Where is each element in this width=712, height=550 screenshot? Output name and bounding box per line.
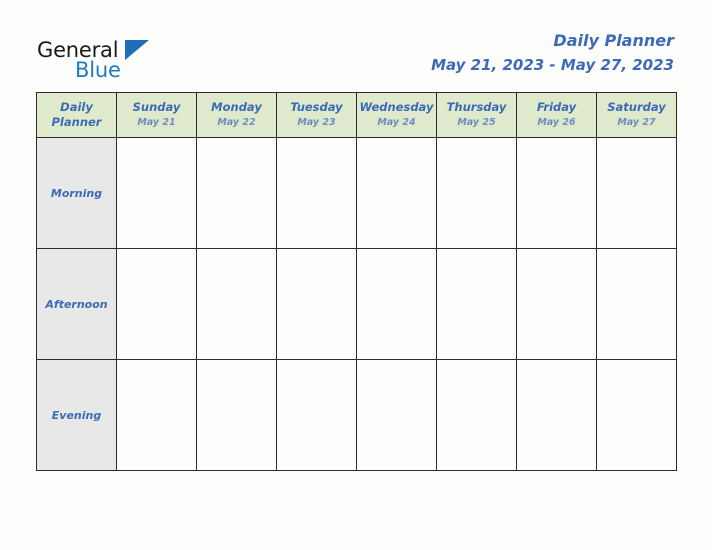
day-name: Friday <box>536 100 577 114</box>
day-header-monday: Monday May 22 <box>196 92 277 138</box>
table-header-row: Daily Planner Sunday May 21 Monday May 2… <box>36 92 677 138</box>
day-date: May 26 <box>537 117 576 128</box>
period-label-text: Morning <box>50 186 103 200</box>
day-date: May 25 <box>457 117 496 128</box>
slot-afternoon-tuesday[interactable] <box>276 248 357 360</box>
day-name: Saturday <box>607 100 666 114</box>
slot-afternoon-sunday[interactable] <box>116 248 197 360</box>
corner-cell-daily-planner: Daily Planner <box>36 92 117 138</box>
day-name: Sunday <box>132 100 181 114</box>
page-header: General Blue Daily Planner May 21, 2023 … <box>0 0 712 92</box>
day-header-friday: Friday May 26 <box>516 92 597 138</box>
corner-label-line2: Planner <box>51 115 102 129</box>
slot-evening-tuesday[interactable] <box>276 359 357 471</box>
table-row-afternoon: Afternoon <box>36 248 677 360</box>
slot-afternoon-saturday[interactable] <box>596 248 677 360</box>
slot-morning-tuesday[interactable] <box>276 137 357 249</box>
date-range: May 21, 2023 - May 27, 2023 <box>431 56 674 74</box>
slot-evening-friday[interactable] <box>516 359 597 471</box>
slot-evening-saturday[interactable] <box>596 359 677 471</box>
day-header-thursday: Thursday May 25 <box>436 92 517 138</box>
page-title: Daily Planner <box>553 31 674 50</box>
slot-evening-monday[interactable] <box>196 359 277 471</box>
planner-page: General Blue Daily Planner May 21, 2023 … <box>0 0 712 550</box>
period-label-text: Afternoon <box>45 297 108 311</box>
slot-evening-sunday[interactable] <box>116 359 197 471</box>
day-name: Monday <box>211 100 262 114</box>
period-label-morning: Morning <box>36 137 117 249</box>
period-label-text: Evening <box>51 408 102 422</box>
day-date: May 23 <box>297 117 336 128</box>
logo-triangle-icon <box>125 40 149 60</box>
slot-afternoon-friday[interactable] <box>516 248 597 360</box>
title-block: Daily Planner May 21, 2023 - May 27, 202… <box>431 30 674 76</box>
day-header-saturday: Saturday May 27 <box>596 92 677 138</box>
period-label-evening: Evening <box>36 359 117 471</box>
logo-text-blue: Blue <box>75 58 121 82</box>
slot-afternoon-thursday[interactable] <box>436 248 517 360</box>
period-label-afternoon: Afternoon <box>36 248 117 360</box>
day-date: May 21 <box>137 117 176 128</box>
table-row-evening: Evening <box>36 359 677 471</box>
slot-morning-thursday[interactable] <box>436 137 517 249</box>
slot-morning-sunday[interactable] <box>116 137 197 249</box>
day-date: May 24 <box>377 117 416 128</box>
slot-morning-wednesday[interactable] <box>356 137 437 249</box>
slot-afternoon-monday[interactable] <box>196 248 277 360</box>
day-name: Tuesday <box>290 100 343 114</box>
day-name: Wednesday <box>359 100 434 114</box>
generalblue-logo: General Blue <box>37 38 237 84</box>
corner-label-line1: Daily <box>60 100 93 114</box>
day-header-tuesday: Tuesday May 23 <box>276 92 357 138</box>
slot-evening-wednesday[interactable] <box>356 359 437 471</box>
day-name: Thursday <box>446 100 507 114</box>
day-header-wednesday: Wednesday May 24 <box>356 92 437 138</box>
day-date: May 22 <box>217 117 256 128</box>
slot-morning-saturday[interactable] <box>596 137 677 249</box>
day-date: May 27 <box>617 117 656 128</box>
slot-evening-thursday[interactable] <box>436 359 517 471</box>
slot-morning-monday[interactable] <box>196 137 277 249</box>
planner-table: Daily Planner Sunday May 21 Monday May 2… <box>36 92 677 471</box>
slot-morning-friday[interactable] <box>516 137 597 249</box>
day-header-sunday: Sunday May 21 <box>116 92 197 138</box>
slot-afternoon-wednesday[interactable] <box>356 248 437 360</box>
table-row-morning: Morning <box>36 137 677 249</box>
